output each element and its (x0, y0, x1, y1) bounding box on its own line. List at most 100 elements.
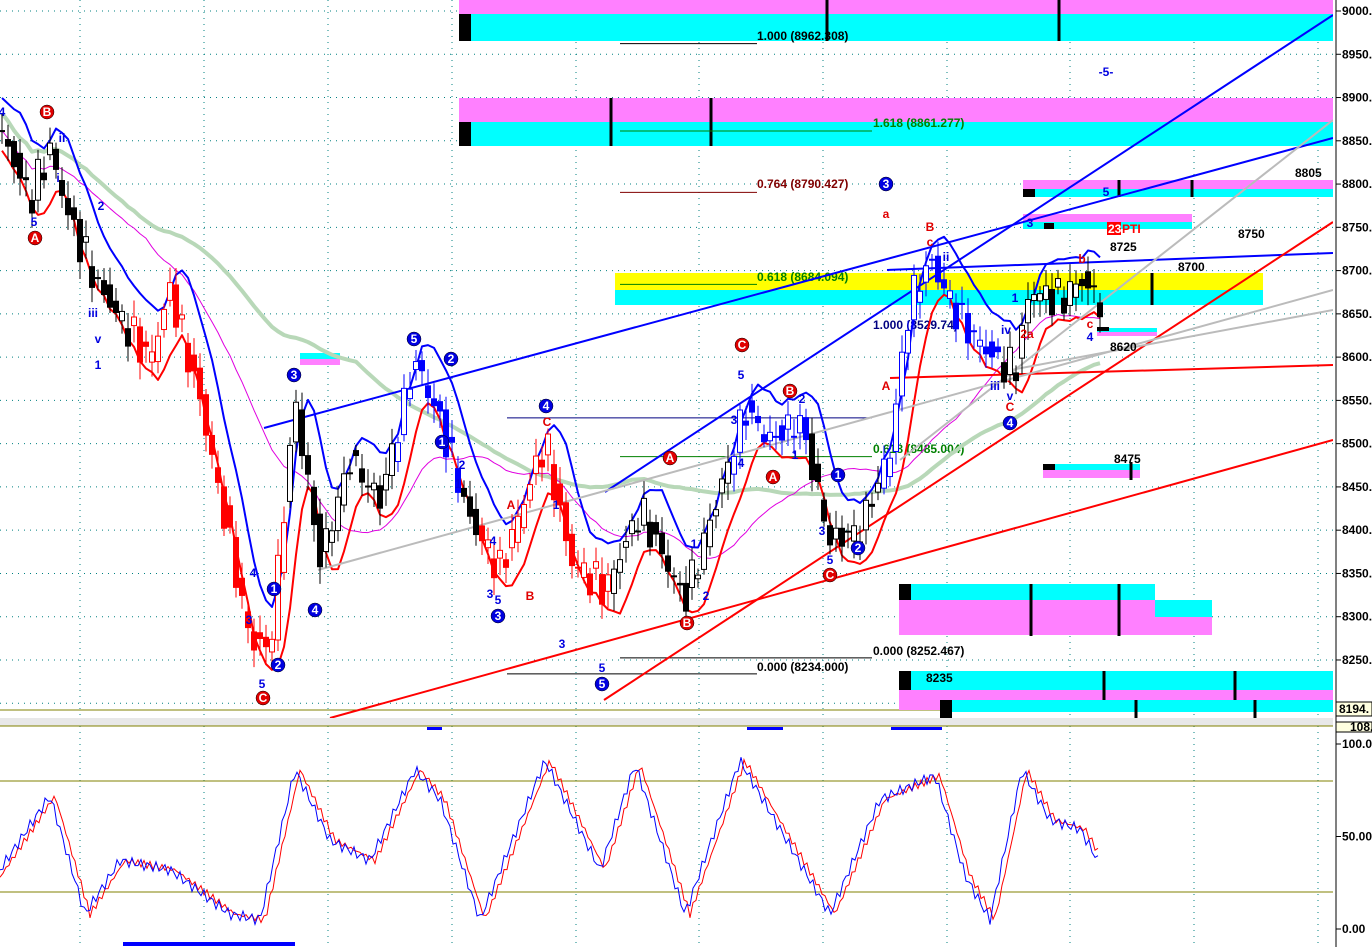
candle-body (221, 486, 227, 529)
candle-body (749, 400, 755, 413)
wave-label: 1 (271, 582, 278, 596)
wave-label: 1 (1012, 291, 1019, 305)
candle-body (503, 559, 509, 568)
candle-body (191, 354, 197, 372)
trend-line[interactable] (886, 252, 1333, 271)
candle-body (1043, 285, 1049, 300)
candle-body (761, 434, 767, 443)
candle-body (377, 485, 383, 509)
candle-body (821, 499, 827, 522)
candle-body (905, 329, 911, 354)
candle-body (995, 346, 1001, 353)
candle-body (935, 255, 941, 283)
wave-label: 2 (703, 589, 710, 603)
candle-body (467, 496, 473, 517)
candle-body (797, 415, 803, 434)
candle-body (65, 198, 71, 216)
last-price-label: 8194. (1339, 702, 1369, 716)
candle-body (1037, 293, 1043, 302)
candle-body (869, 503, 875, 507)
wave-label: C (1006, 400, 1015, 414)
candle-body (197, 367, 203, 400)
wave-label: 5 (599, 677, 606, 691)
zone-marker (1102, 671, 1106, 700)
candle-body (671, 575, 677, 578)
candle-body (1049, 289, 1055, 316)
wave-label: A (507, 498, 516, 512)
wave-label: iii (88, 306, 98, 320)
candle-body (539, 459, 545, 468)
candle-body (911, 274, 917, 321)
candle-body (947, 290, 953, 299)
wave-label: 2 (98, 199, 105, 213)
zone-cyan (459, 14, 1333, 41)
zone-magenta (1043, 470, 1140, 478)
axis-tick-label: 9000. (1342, 4, 1372, 18)
candle-body (893, 403, 899, 452)
candle-body (113, 300, 119, 314)
candle-body (629, 520, 635, 535)
zone-anchor (459, 14, 471, 41)
fib-label: 1.618 (8861.277) (873, 116, 964, 130)
wave-label: 1 (691, 537, 698, 551)
wave-label: i (56, 171, 59, 185)
wave-label: 1 (792, 448, 799, 462)
candle-body (641, 497, 647, 526)
wave-label: C (259, 691, 268, 705)
candle-body (101, 280, 107, 296)
candle-body (89, 266, 95, 288)
candle-body (581, 562, 587, 578)
candle-body (1055, 278, 1061, 288)
candle-body (851, 525, 857, 542)
wave-label: 3 (246, 613, 253, 627)
candle-body (1001, 362, 1007, 383)
candle-body (677, 582, 683, 586)
zone-anchor (940, 700, 952, 718)
zone-magenta (300, 359, 340, 365)
wave-label: 5 (259, 677, 266, 691)
axis-tick-label: 8750. (1342, 220, 1372, 234)
candle-body (299, 409, 305, 457)
price-note: 8475 (1114, 452, 1141, 466)
candle-body (353, 450, 359, 457)
candle-body (323, 528, 329, 553)
candle-body (125, 328, 131, 347)
candle-body (929, 258, 935, 261)
candle-body (41, 172, 47, 181)
price-axis[interactable]: 9000. 8950. 8900. 8850. 8800. 8750. 8700. 8650.… (1333, 0, 1372, 947)
wave-label: B (926, 220, 935, 234)
candle-body (773, 435, 779, 438)
candle-body (1025, 298, 1031, 324)
candle-body (887, 457, 893, 478)
candle-body (329, 530, 335, 543)
candle-body (1073, 283, 1079, 298)
candle-body (497, 549, 503, 559)
price-note: 8725 (1110, 240, 1137, 254)
zone-cyan (899, 584, 1155, 600)
zone-marker (1117, 584, 1121, 636)
candle-body (383, 473, 389, 491)
axis-tick-label: 8900. (1342, 91, 1372, 105)
candle-body (407, 388, 413, 400)
candle-body (1007, 346, 1013, 376)
candle-body (1079, 278, 1085, 287)
candle-body (347, 472, 353, 475)
candle-body (521, 503, 527, 529)
wave-label: 1 (553, 498, 560, 512)
candle-body (719, 478, 725, 494)
candle-body (335, 496, 341, 532)
wave-label: 3 (495, 609, 502, 623)
candle-body (287, 444, 293, 502)
wave-label: 2a (1020, 327, 1034, 341)
wave-label: iii (990, 379, 1000, 393)
candle-body (989, 341, 995, 358)
stoch-fast-line (0, 757, 1099, 927)
trend-line[interactable] (604, 14, 1333, 493)
trend-line[interactable] (317, 289, 1333, 571)
candle-body (545, 433, 551, 456)
fib-label: 0.000 (8234.000) (757, 660, 848, 674)
candle-body (143, 341, 149, 347)
candle-body (305, 455, 311, 475)
candle-body (653, 522, 659, 535)
candle-body (665, 555, 671, 572)
